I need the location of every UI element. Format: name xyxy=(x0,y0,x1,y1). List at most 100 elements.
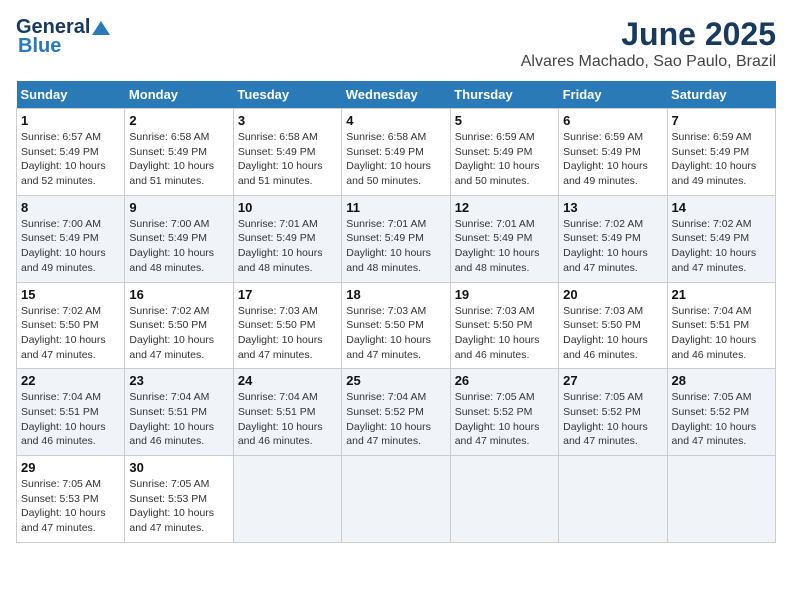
calendar-cell: 29 Sunrise: 7:05 AM Sunset: 5:53 PM Dayli… xyxy=(17,456,125,543)
calendar-cell: 3 Sunrise: 6:58 AM Sunset: 5:49 PM Daylig… xyxy=(233,109,341,196)
cell-daylight-info: Sunrise: 7:01 AM Sunset: 5:49 PM Dayligh… xyxy=(238,217,337,276)
cell-daylight-info: Sunrise: 7:04 AM Sunset: 5:51 PM Dayligh… xyxy=(21,390,120,449)
cell-daylight-info: Sunrise: 7:04 AM Sunset: 5:51 PM Dayligh… xyxy=(238,390,337,449)
calendar-cell: 5 Sunrise: 6:59 AM Sunset: 5:49 PM Daylig… xyxy=(450,109,558,196)
calendar-cell: 14 Sunrise: 7:02 AM Sunset: 5:49 PM Dayli… xyxy=(667,195,775,282)
calendar-cell: 1 Sunrise: 6:57 AM Sunset: 5:49 PM Daylig… xyxy=(17,109,125,196)
day-number: 1 xyxy=(21,113,120,128)
day-number: 5 xyxy=(455,113,554,128)
day-number: 19 xyxy=(455,287,554,302)
calendar-week-row: 8 Sunrise: 7:00 AM Sunset: 5:49 PM Daylig… xyxy=(17,195,776,282)
cell-daylight-info: Sunrise: 6:58 AM Sunset: 5:49 PM Dayligh… xyxy=(346,130,445,189)
day-header-friday: Friday xyxy=(559,81,667,109)
day-number: 12 xyxy=(455,200,554,215)
day-number: 10 xyxy=(238,200,337,215)
location-title: Alvares Machado, Sao Paulo, Brazil xyxy=(521,53,776,71)
day-number: 3 xyxy=(238,113,337,128)
day-header-monday: Monday xyxy=(125,81,233,109)
cell-daylight-info: Sunrise: 7:05 AM Sunset: 5:52 PM Dayligh… xyxy=(672,390,771,449)
calendar-cell: 25 Sunrise: 7:04 AM Sunset: 5:52 PM Dayli… xyxy=(342,369,450,456)
cell-daylight-info: Sunrise: 7:03 AM Sunset: 5:50 PM Dayligh… xyxy=(346,304,445,363)
day-number: 26 xyxy=(455,373,554,388)
calendar-cell: 21 Sunrise: 7:04 AM Sunset: 5:51 PM Dayli… xyxy=(667,282,775,369)
cell-daylight-info: Sunrise: 7:04 AM Sunset: 5:52 PM Dayligh… xyxy=(346,390,445,449)
day-number: 24 xyxy=(238,373,337,388)
day-number: 28 xyxy=(672,373,771,388)
cell-daylight-info: Sunrise: 7:03 AM Sunset: 5:50 PM Dayligh… xyxy=(563,304,662,363)
calendar-week-row: 15Sunrise: 7:02 AM Sunset: 5:50 PM Dayli… xyxy=(17,282,776,369)
cell-daylight-info: Sunrise: 7:05 AM Sunset: 5:52 PM Dayligh… xyxy=(563,390,662,449)
calendar-cell: 27 Sunrise: 7:05 AM Sunset: 5:52 PM Dayli… xyxy=(559,369,667,456)
calendar-cell: 10 Sunrise: 7:01 AM Sunset: 5:49 PM Dayli… xyxy=(233,195,341,282)
cell-daylight-info: Sunrise: 7:05 AM Sunset: 5:53 PM Dayligh… xyxy=(129,477,228,536)
cell-daylight-info: Sunrise: 7:03 AM Sunset: 5:50 PM Dayligh… xyxy=(455,304,554,363)
calendar-cell: 7Sunrise: 6:59 AM Sunset: 5:49 PM Daylig… xyxy=(667,109,775,196)
day-number: 14 xyxy=(672,200,771,215)
cell-daylight-info: Sunrise: 7:02 AM Sunset: 5:50 PM Dayligh… xyxy=(129,304,228,363)
calendar-week-row: 1 Sunrise: 6:57 AM Sunset: 5:49 PM Daylig… xyxy=(17,109,776,196)
cell-daylight-info: Sunrise: 6:58 AM Sunset: 5:49 PM Dayligh… xyxy=(129,130,228,189)
cell-daylight-info: Sunrise: 7:02 AM Sunset: 5:50 PM Dayligh… xyxy=(21,304,120,363)
day-number: 9 xyxy=(129,200,228,215)
cell-daylight-info: Sunrise: 7:04 AM Sunset: 5:51 PM Dayligh… xyxy=(129,390,228,449)
day-number: 11 xyxy=(346,200,445,215)
calendar-cell: 28 Sunrise: 7:05 AM Sunset: 5:52 PM Dayli… xyxy=(667,369,775,456)
cell-daylight-info: Sunrise: 7:01 AM Sunset: 5:49 PM Dayligh… xyxy=(346,217,445,276)
day-number: 29 xyxy=(21,460,120,475)
calendar-cell: 17 Sunrise: 7:03 AM Sunset: 5:50 PM Dayli… xyxy=(233,282,341,369)
cell-daylight-info: Sunrise: 7:01 AM Sunset: 5:49 PM Dayligh… xyxy=(455,217,554,276)
day-number: 21 xyxy=(672,287,771,302)
page-header: General Blue June 2025 Alvares Machado, … xyxy=(16,16,776,71)
calendar-cell: 6Sunrise: 6:59 AM Sunset: 5:49 PM Daylig… xyxy=(559,109,667,196)
calendar-cell: 15Sunrise: 7:02 AM Sunset: 5:50 PM Dayli… xyxy=(17,282,125,369)
day-number: 6 xyxy=(563,113,662,128)
cell-daylight-info: Sunrise: 7:05 AM Sunset: 5:53 PM Dayligh… xyxy=(21,477,120,536)
logo-blue: Blue xyxy=(18,35,61,58)
cell-daylight-info: Sunrise: 6:58 AM Sunset: 5:49 PM Dayligh… xyxy=(238,130,337,189)
title-section: June 2025 Alvares Machado, Sao Paulo, Br… xyxy=(521,16,776,71)
calendar-cell: 30 Sunrise: 7:05 AM Sunset: 5:53 PM Dayli… xyxy=(125,456,233,543)
day-number: 7 xyxy=(672,113,771,128)
calendar-cell xyxy=(233,456,341,543)
calendar-cell: 11 Sunrise: 7:01 AM Sunset: 5:49 PM Dayli… xyxy=(342,195,450,282)
calendar-week-row: 22 Sunrise: 7:04 AM Sunset: 5:51 PM Dayli… xyxy=(17,369,776,456)
calendar-cell xyxy=(559,456,667,543)
calendar-cell: 2 Sunrise: 6:58 AM Sunset: 5:49 PM Daylig… xyxy=(125,109,233,196)
cell-daylight-info: Sunrise: 7:05 AM Sunset: 5:52 PM Dayligh… xyxy=(455,390,554,449)
cell-daylight-info: Sunrise: 7:02 AM Sunset: 5:49 PM Dayligh… xyxy=(563,217,662,276)
month-title: June 2025 xyxy=(521,16,776,53)
cell-daylight-info: Sunrise: 6:57 AM Sunset: 5:49 PM Dayligh… xyxy=(21,130,120,189)
day-number: 4 xyxy=(346,113,445,128)
calendar-cell xyxy=(450,456,558,543)
calendar-cell: 22 Sunrise: 7:04 AM Sunset: 5:51 PM Dayli… xyxy=(17,369,125,456)
calendar-cell: 16 Sunrise: 7:02 AM Sunset: 5:50 PM Dayli… xyxy=(125,282,233,369)
cell-daylight-info: Sunrise: 7:02 AM Sunset: 5:49 PM Dayligh… xyxy=(672,217,771,276)
calendar-cell: 20 Sunrise: 7:03 AM Sunset: 5:50 PM Dayli… xyxy=(559,282,667,369)
day-number: 22 xyxy=(21,373,120,388)
cell-daylight-info: Sunrise: 7:00 AM Sunset: 5:49 PM Dayligh… xyxy=(129,217,228,276)
logo-icon xyxy=(92,19,110,37)
day-number: 2 xyxy=(129,113,228,128)
day-header-sunday: Sunday xyxy=(17,81,125,109)
calendar-header-row: SundayMondayTuesdayWednesdayThursdayFrid… xyxy=(17,81,776,109)
day-number: 18 xyxy=(346,287,445,302)
logo: General Blue xyxy=(16,16,110,58)
day-number: 25 xyxy=(346,373,445,388)
day-number: 27 xyxy=(563,373,662,388)
day-number: 20 xyxy=(563,287,662,302)
day-number: 30 xyxy=(129,460,228,475)
cell-daylight-info: Sunrise: 7:04 AM Sunset: 5:51 PM Dayligh… xyxy=(672,304,771,363)
day-number: 16 xyxy=(129,287,228,302)
calendar-cell: 19 Sunrise: 7:03 AM Sunset: 5:50 PM Dayli… xyxy=(450,282,558,369)
day-number: 17 xyxy=(238,287,337,302)
day-number: 8 xyxy=(21,200,120,215)
cell-daylight-info: Sunrise: 6:59 AM Sunset: 5:49 PM Dayligh… xyxy=(455,130,554,189)
calendar-cell xyxy=(667,456,775,543)
calendar-cell: 18 Sunrise: 7:03 AM Sunset: 5:50 PM Dayli… xyxy=(342,282,450,369)
calendar-cell xyxy=(342,456,450,543)
cell-daylight-info: Sunrise: 7:03 AM Sunset: 5:50 PM Dayligh… xyxy=(238,304,337,363)
calendar-cell: 12 Sunrise: 7:01 AM Sunset: 5:49 PM Dayli… xyxy=(450,195,558,282)
day-number: 13 xyxy=(563,200,662,215)
calendar-cell: 23Sunrise: 7:04 AM Sunset: 5:51 PM Dayli… xyxy=(125,369,233,456)
calendar-table: SundayMondayTuesdayWednesdayThursdayFrid… xyxy=(16,81,776,543)
